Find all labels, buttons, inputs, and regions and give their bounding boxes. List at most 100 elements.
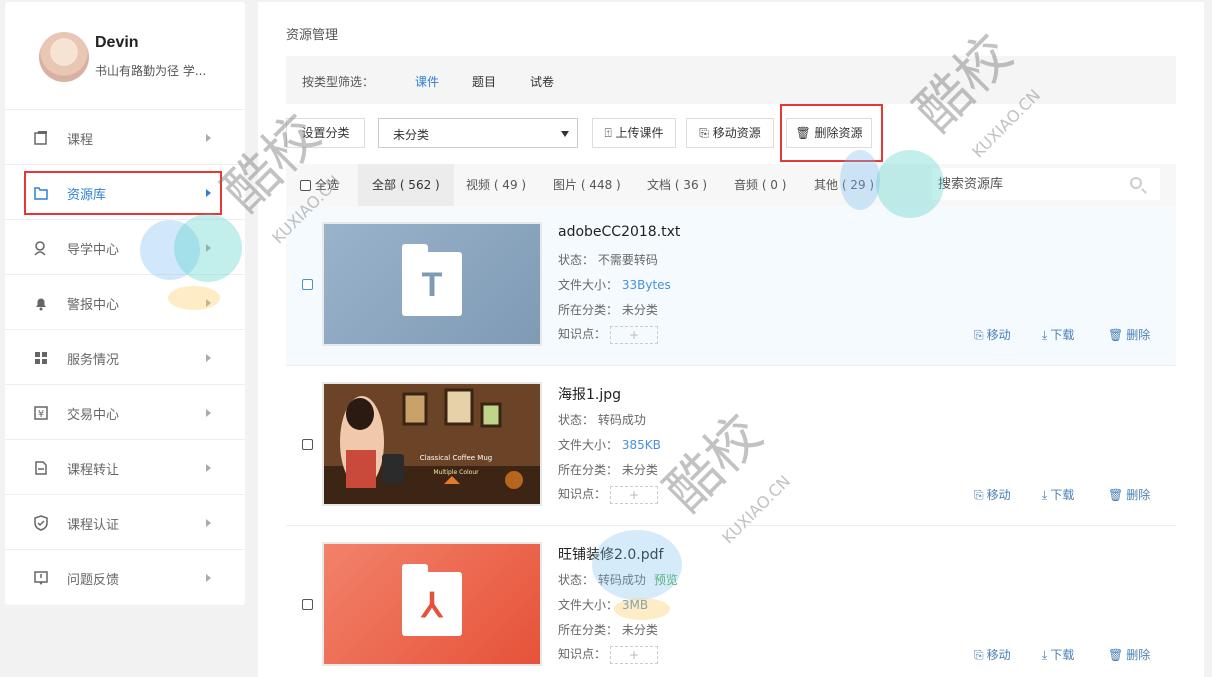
delete-action[interactable]: 🗑 删除 [1108,646,1150,663]
sidebar-item-service-status[interactable]: 服务情况 [5,330,245,385]
type-filter-label: 按类型筛选： [302,75,375,89]
select-all-checkbox[interactable]: 全选 [300,164,339,206]
knowledge-points: 知识点： + [558,485,659,504]
set-category-button[interactable]: 设置分类 [286,118,365,148]
sidebar-item-trade-center[interactable]: ¥ 交易中心 [5,385,245,440]
sidebar-item-course-transfer[interactable]: 课程转让 [5,440,245,495]
sidebar-item-label: 问题反馈 [67,573,120,588]
row-checkbox[interactable] [302,279,313,290]
sidebar-item-label: 导学中心 [67,243,120,258]
row-checkbox[interactable] [302,599,313,610]
move-action[interactable]: ⎘ 移动 [974,646,1011,663]
file-thumbnail[interactable]: T [322,222,542,346]
shield-icon [34,515,48,531]
row-checkbox[interactable] [302,439,313,450]
chevron-down-icon [561,131,569,137]
sidebar-item-label: 交易中心 [67,408,120,423]
guide-icon [34,241,46,256]
move-action[interactable]: ⎘ 移动 [974,326,1011,343]
chevron-right-icon [206,464,211,472]
chevron-right-icon [206,574,211,582]
filter-option-exams[interactable]: 试卷 [530,73,554,90]
book-icon [34,131,47,145]
delete-action[interactable]: 🗑 删除 [1108,486,1150,503]
download-action[interactable]: ⤓ 下载 [1042,326,1074,343]
file-name[interactable]: 旺铺装修2.0.pdf [558,544,663,564]
file-category: 所在分类： 未分类 [558,463,658,477]
filter-option-questions[interactable]: 题目 [472,73,496,90]
checkbox[interactable] [300,180,311,191]
category-select[interactable]: 未分类 [378,118,578,148]
download-action[interactable]: ⤓ 下载 [1042,486,1074,503]
upload-courseware-label: 上传课件 [615,126,664,140]
search-icon[interactable] [1130,177,1142,189]
tab-document[interactable]: 文档 ( 36 ) [647,164,707,206]
move-resource-button[interactable]: ⎘ 移动资源 [686,118,774,148]
yen-icon: ¥ [34,406,48,420]
add-knowledge-button[interactable]: + [610,325,659,344]
tab-video[interactable]: 视频 ( 49 ) [466,164,526,206]
user-motto: 书山有路勤为径 学... [95,64,207,78]
chevron-right-icon [206,299,211,307]
trash-icon: 🗑 [1108,648,1124,662]
chevron-right-icon [206,519,211,527]
sidebar-item-label: 课程转让 [67,463,120,478]
text-file-icon: T [402,244,462,316]
trash-icon: 🗑 [1108,328,1124,342]
tab-audio[interactable]: 音频 ( 0 ) [734,164,786,206]
tab-other[interactable]: 其他 ( 29 ) [814,164,874,206]
list-item[interactable]: T adobeCC2018.txt 状态： 不需要转码 文件大小： 33Byte… [286,206,1176,366]
preview-link[interactable]: 预览 [654,573,678,587]
sidebar-item-guide-center[interactable]: 导学中心 [5,220,245,275]
move-icon: ⎘ [974,648,984,662]
filter-option-courseware[interactable]: 课件 [415,73,439,90]
sidebar-item-courses[interactable]: 课程 [5,110,245,165]
list-item[interactable]: ⅄ 旺铺装修2.0.pdf 状态： 转码成功 预览 文件大小： 3MB 所在分类：… [286,526,1176,677]
knowledge-points: 知识点： + [558,325,659,344]
add-knowledge-button[interactable]: + [610,645,659,664]
knowledge-points: 知识点： + [558,645,659,664]
list-item[interactable]: Classical Coffee Mug Multiple Colour 海报1… [286,366,1176,526]
sidebar: Devin 书山有路勤为径 学... 课程 资源库 导学中心 警报中心 服务情况… [5,2,245,605]
file-name[interactable]: adobeCC2018.txt [558,224,680,240]
file-size: 文件大小： 3MB [558,598,649,612]
sidebar-item-alert-center[interactable]: 警报中心 [5,275,245,330]
category-select-value: 未分类 [393,128,430,142]
upload-courseware-button[interactable]: ⍐ 上传课件 [592,118,676,148]
poster-image: Classical Coffee Mug Multiple Colour [324,384,540,504]
highlight-box-delete [780,104,883,162]
add-knowledge-button[interactable]: + [610,485,659,504]
page-title: 资源管理 [286,28,339,43]
delete-action[interactable]: 🗑 删除 [1108,326,1150,343]
move-icon: ⎘ [974,488,984,502]
tab-image[interactable]: 图片 ( 448 ) [553,164,621,206]
download-icon: ⤓ [1042,328,1048,342]
sidebar-item-label: 课程认证 [67,518,120,533]
search-input[interactable] [938,174,1118,194]
tab-all[interactable]: 全部 ( 562 ) [358,164,454,206]
file-thumbnail[interactable]: ⅄ [322,542,542,666]
sidebar-item-feedback[interactable]: 问题反馈 [5,550,245,605]
file-status: 状态： 不需要转码 [558,253,658,267]
svg-text:Multiple Colour: Multiple Colour [433,469,479,476]
sidebar-item-label: 服务情况 [67,353,120,368]
chevron-right-icon [206,354,211,362]
main-panel: 资源管理 按类型筛选： 课件 题目 试卷 设置分类 未分类 ⍐ 上传课件 ⎘ 移… [258,2,1204,677]
file-category: 所在分类： 未分类 [558,623,658,637]
file-size: 文件大小： 385KB [558,438,661,452]
file-name[interactable]: 海报1.jpg [558,384,621,404]
move-icon: ⎘ [974,328,984,342]
download-action[interactable]: ⤓ 下载 [1042,646,1074,663]
upload-icon: ⍐ [604,126,612,140]
grid-icon [35,352,47,364]
file-thumbnail[interactable]: Classical Coffee Mug Multiple Colour [322,382,542,506]
move-action[interactable]: ⎘ 移动 [974,486,1011,503]
type-filter-bar: 按类型筛选： 课件 题目 试卷 [286,56,1176,104]
trash-icon: 🗑 [1108,488,1124,502]
user-name: Devin [95,34,139,51]
sidebar-item-label: 课程 [67,133,94,148]
download-icon: ⤓ [1042,488,1048,502]
sidebar-item-course-certification[interactable]: 课程认证 [5,495,245,550]
file-category: 所在分类： 未分类 [558,303,658,317]
avatar[interactable] [39,32,89,82]
